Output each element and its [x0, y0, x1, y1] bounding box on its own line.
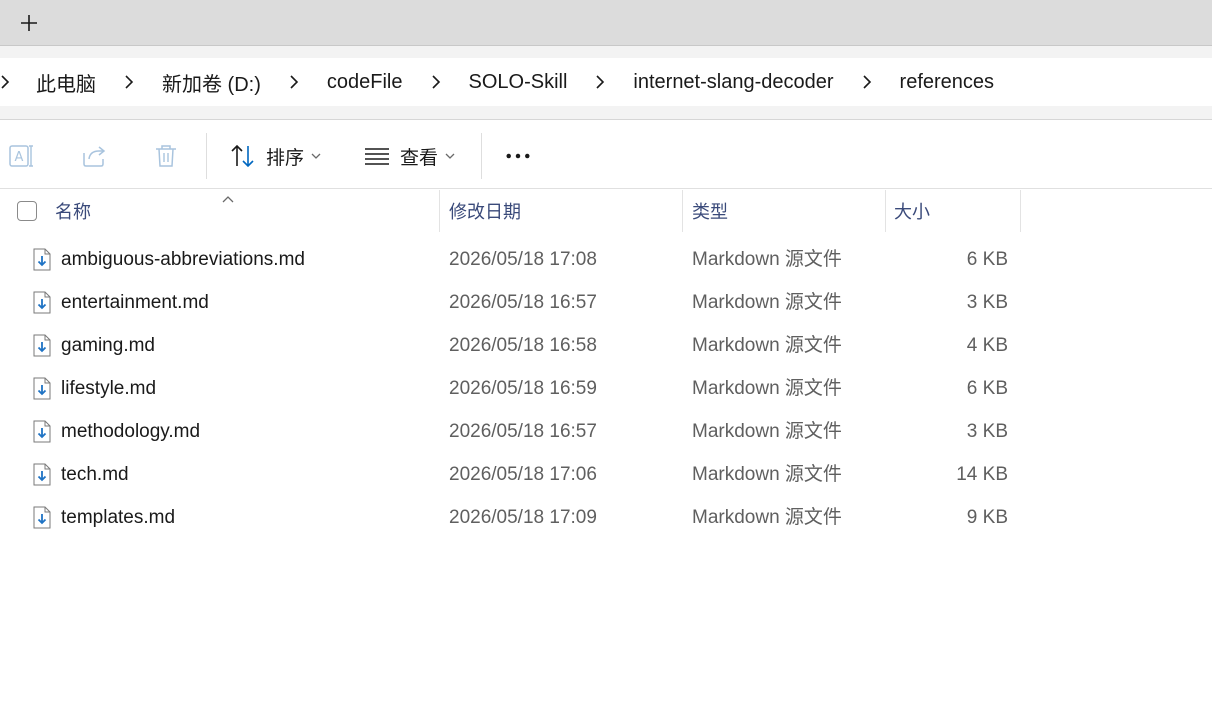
file-name[interactable]: templates.md [61, 496, 175, 539]
file-modified: 2026/05/18 16:57 [449, 292, 597, 313]
file-type: Markdown 源文件 [692, 378, 842, 399]
file-type: Markdown 源文件 [692, 421, 842, 442]
file-row[interactable]: ambiguous-abbreviations.md 2026/05/18 17… [0, 238, 1212, 281]
file-type: Markdown 源文件 [692, 507, 842, 528]
view-label: 查看 [400, 147, 439, 169]
sort-icon [231, 144, 254, 168]
file-name[interactable]: lifestyle.md [61, 367, 156, 410]
breadcrumb[interactable]: 此电脑 新加卷 (D:) codeFile SOLO-Skill interne… [0, 58, 1212, 106]
file-type: Markdown 源文件 [692, 335, 842, 356]
markdown-file-icon [33, 506, 51, 529]
chevron-right-icon[interactable] [405, 58, 467, 106]
sort-button[interactable]: 排序 [230, 141, 321, 171]
file-size: 3 KB [966, 421, 1008, 442]
markdown-file-icon [33, 463, 51, 486]
rename-icon[interactable]: A [9, 143, 35, 169]
column-divider[interactable] [682, 190, 683, 232]
file-size: 6 KB [966, 378, 1008, 399]
command-bar: A 排序 查看 [0, 121, 1212, 189]
markdown-file-icon [33, 334, 51, 357]
file-name[interactable]: methodology.md [61, 410, 200, 453]
column-header-name[interactable]: 名称 [55, 190, 439, 232]
file-row[interactable]: tech.md 2026/05/18 17:06 Markdown 源文件 14… [0, 453, 1212, 496]
address-bar: 此电脑 新加卷 (D:) codeFile SOLO-Skill interne… [0, 46, 1212, 120]
breadcrumb-item-this-pc[interactable]: 此电脑 [34, 68, 98, 97]
file-type: Markdown 源文件 [692, 249, 842, 270]
chevron-right-icon[interactable] [0, 58, 34, 106]
column-divider[interactable] [1020, 190, 1021, 232]
file-name[interactable]: tech.md [61, 453, 129, 496]
new-tab-button[interactable] [14, 8, 44, 38]
more-icon[interactable] [505, 143, 531, 169]
column-divider[interactable] [885, 190, 886, 232]
chevron-right-icon[interactable] [569, 58, 631, 106]
file-type: Markdown 源文件 [692, 292, 842, 313]
markdown-file-icon [33, 248, 51, 271]
breadcrumb-item-internet-slang-decoder[interactable]: internet-slang-decoder [631, 71, 835, 94]
file-name[interactable]: gaming.md [61, 324, 155, 367]
markdown-file-icon [33, 377, 51, 400]
file-row[interactable]: methodology.md 2026/05/18 16:57 Markdown… [0, 410, 1212, 453]
breadcrumb-item-drive-d[interactable]: 新加卷 (D:) [160, 68, 263, 97]
column-header-type[interactable]: 类型 [692, 190, 885, 232]
column-header-row: 名称 修改日期 类型 大小 [0, 190, 1212, 232]
markdown-file-icon [33, 291, 51, 314]
file-size: 4 KB [966, 335, 1008, 356]
file-size: 3 KB [966, 292, 1008, 313]
file-size: 6 KB [966, 249, 1008, 270]
sort-label: 排序 [266, 147, 305, 169]
file-size: 14 KB [956, 464, 1008, 485]
chevron-down-icon [445, 153, 455, 159]
file-modified: 2026/05/18 17:08 [449, 249, 597, 270]
breadcrumb-item-codefile[interactable]: codeFile [325, 71, 405, 94]
file-type: Markdown 源文件 [692, 464, 842, 485]
file-row[interactable]: lifestyle.md 2026/05/18 16:59 Markdown 源… [0, 367, 1212, 410]
share-icon[interactable] [81, 143, 107, 169]
list-view-icon [365, 148, 389, 165]
trash-icon[interactable] [153, 143, 179, 169]
tab-strip [0, 0, 1212, 46]
view-button[interactable]: 查看 [364, 141, 455, 171]
markdown-file-icon [33, 420, 51, 443]
file-modified: 2026/05/18 16:58 [449, 335, 597, 356]
file-modified: 2026/05/18 17:09 [449, 507, 597, 528]
svg-text:A: A [15, 150, 24, 165]
file-row[interactable]: entertainment.md 2026/05/18 16:57 Markdo… [0, 281, 1212, 324]
file-modified: 2026/05/18 17:06 [449, 464, 597, 485]
file-row[interactable]: templates.md 2026/05/18 17:09 Markdown 源… [0, 496, 1212, 539]
select-all-checkbox[interactable] [17, 201, 37, 221]
chevron-right-icon[interactable] [836, 58, 898, 106]
chevron-right-icon[interactable] [98, 58, 160, 106]
toolbar-divider [206, 133, 207, 179]
column-header-size[interactable]: 大小 [894, 190, 1020, 232]
toolbar-divider [481, 133, 482, 179]
column-header-modified[interactable]: 修改日期 [449, 190, 682, 232]
file-row[interactable]: gaming.md 2026/05/18 16:58 Markdown 源文件 … [0, 324, 1212, 367]
breadcrumb-item-references[interactable]: references [898, 71, 997, 94]
file-list: ambiguous-abbreviations.md 2026/05/18 17… [0, 238, 1212, 539]
breadcrumb-item-solo-skill[interactable]: SOLO-Skill [467, 71, 570, 94]
column-divider[interactable] [439, 190, 440, 232]
file-modified: 2026/05/18 16:57 [449, 421, 597, 442]
chevron-right-icon[interactable] [263, 58, 325, 106]
file-modified: 2026/05/18 16:59 [449, 378, 597, 399]
chevron-down-icon [311, 153, 321, 159]
file-size: 9 KB [966, 507, 1008, 528]
file-name[interactable]: entertainment.md [61, 281, 209, 324]
plus-icon [21, 15, 37, 31]
file-name[interactable]: ambiguous-abbreviations.md [61, 238, 305, 281]
